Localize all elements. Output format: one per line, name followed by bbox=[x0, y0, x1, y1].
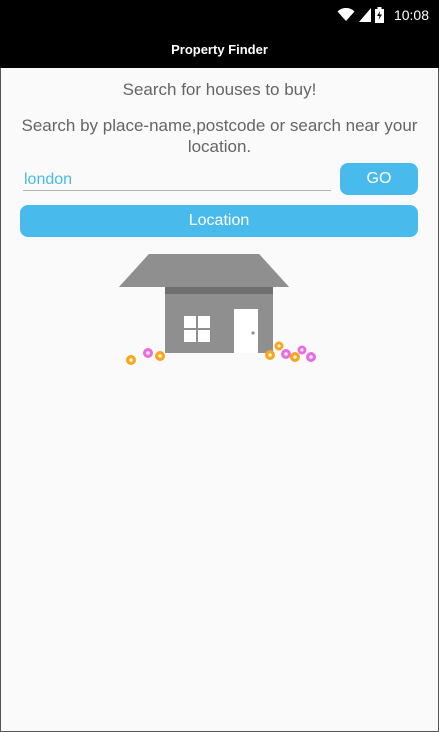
flower-icon bbox=[290, 352, 300, 362]
wifi-icon bbox=[337, 8, 355, 21]
status-bar: 10:08 bbox=[0, 0, 439, 30]
signal-icon bbox=[358, 8, 371, 22]
page-title: Property Finder bbox=[171, 41, 268, 57]
search-headline: Search for houses to buy! bbox=[122, 80, 317, 99]
flower-icon bbox=[265, 350, 275, 360]
clock-time: 10:08 bbox=[393, 7, 429, 23]
house-image bbox=[119, 254, 316, 365]
flower-icon bbox=[155, 351, 165, 361]
battery-icon bbox=[374, 7, 384, 23]
search-input[interactable] bbox=[23, 169, 331, 191]
flower-icon bbox=[281, 349, 291, 359]
go-button[interactable]: GO bbox=[340, 163, 418, 195]
flower-icon bbox=[143, 348, 153, 358]
search-instructions: Search by place-name,postcode or search … bbox=[21, 116, 418, 156]
location-button[interactable]: Location bbox=[20, 205, 418, 237]
flower-icon bbox=[306, 352, 316, 362]
app-screen: 10:08 Property Finder Search for houses … bbox=[0, 0, 439, 732]
flower-icon bbox=[126, 355, 136, 365]
search-page: Search for houses to buy! Search by plac… bbox=[0, 68, 439, 732]
flower-icon bbox=[274, 341, 284, 351]
navigation-bar: Property Finder bbox=[0, 30, 439, 68]
flower-icon bbox=[297, 345, 307, 355]
status-icons: 10:08 bbox=[337, 6, 429, 24]
